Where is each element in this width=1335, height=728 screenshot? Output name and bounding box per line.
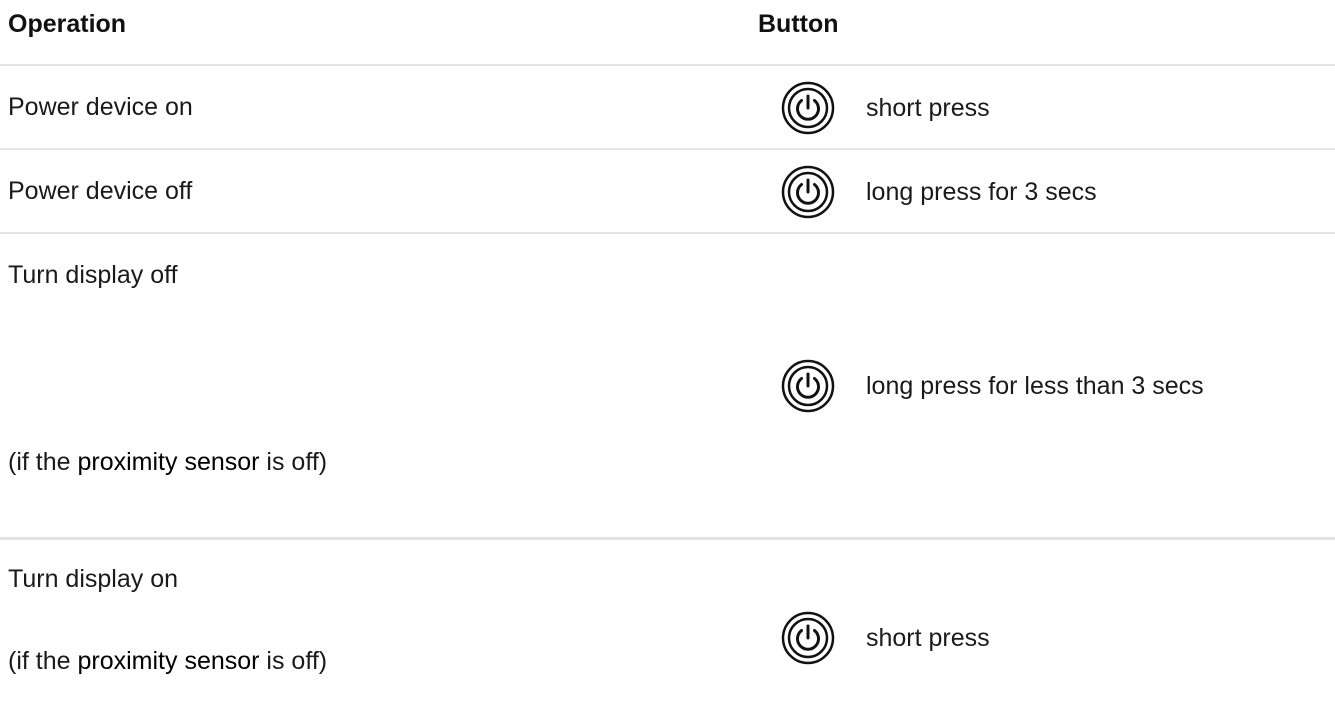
note-prefix: (if the [8, 647, 78, 675]
table-row: Power device off long press for 3 secs [0, 150, 1335, 234]
action-text: long press for 3 secs [866, 178, 1097, 206]
power-button-icon [781, 81, 835, 135]
operation-column-header: Operation [8, 10, 127, 38]
action-text: long press for less than 3 secs [866, 372, 1204, 400]
operation-note: (if the proximity sensor is off) [8, 448, 327, 477]
power-button-icon [781, 165, 835, 219]
action-text: short press [866, 94, 990, 122]
note-suffix: is off) [259, 647, 328, 675]
proximity-sensor-link[interactable]: proximity sensor [77, 448, 259, 476]
operation-note: (if the proximity sensor is off) [8, 647, 327, 676]
table-header: Operation Button [0, 0, 1335, 66]
table-row: Turn display on (if the proximity sensor… [0, 540, 1335, 728]
action-text: short press [866, 624, 990, 652]
table-row: Power device on short press [0, 66, 1335, 150]
operation-text: Power device on [8, 93, 193, 121]
table-row: Turn display off (if the proximity senso… [0, 234, 1335, 540]
power-button-icon [781, 359, 835, 413]
operation-text: Power device off [8, 177, 193, 205]
operation-text: Turn display on [8, 565, 178, 593]
note-prefix: (if the [8, 448, 78, 476]
proximity-sensor-link[interactable]: proximity sensor [77, 647, 259, 675]
power-button-icon [781, 611, 835, 665]
button-column-header: Button [758, 10, 839, 38]
note-suffix: is off) [259, 448, 328, 476]
operation-text: Turn display off [8, 261, 178, 289]
